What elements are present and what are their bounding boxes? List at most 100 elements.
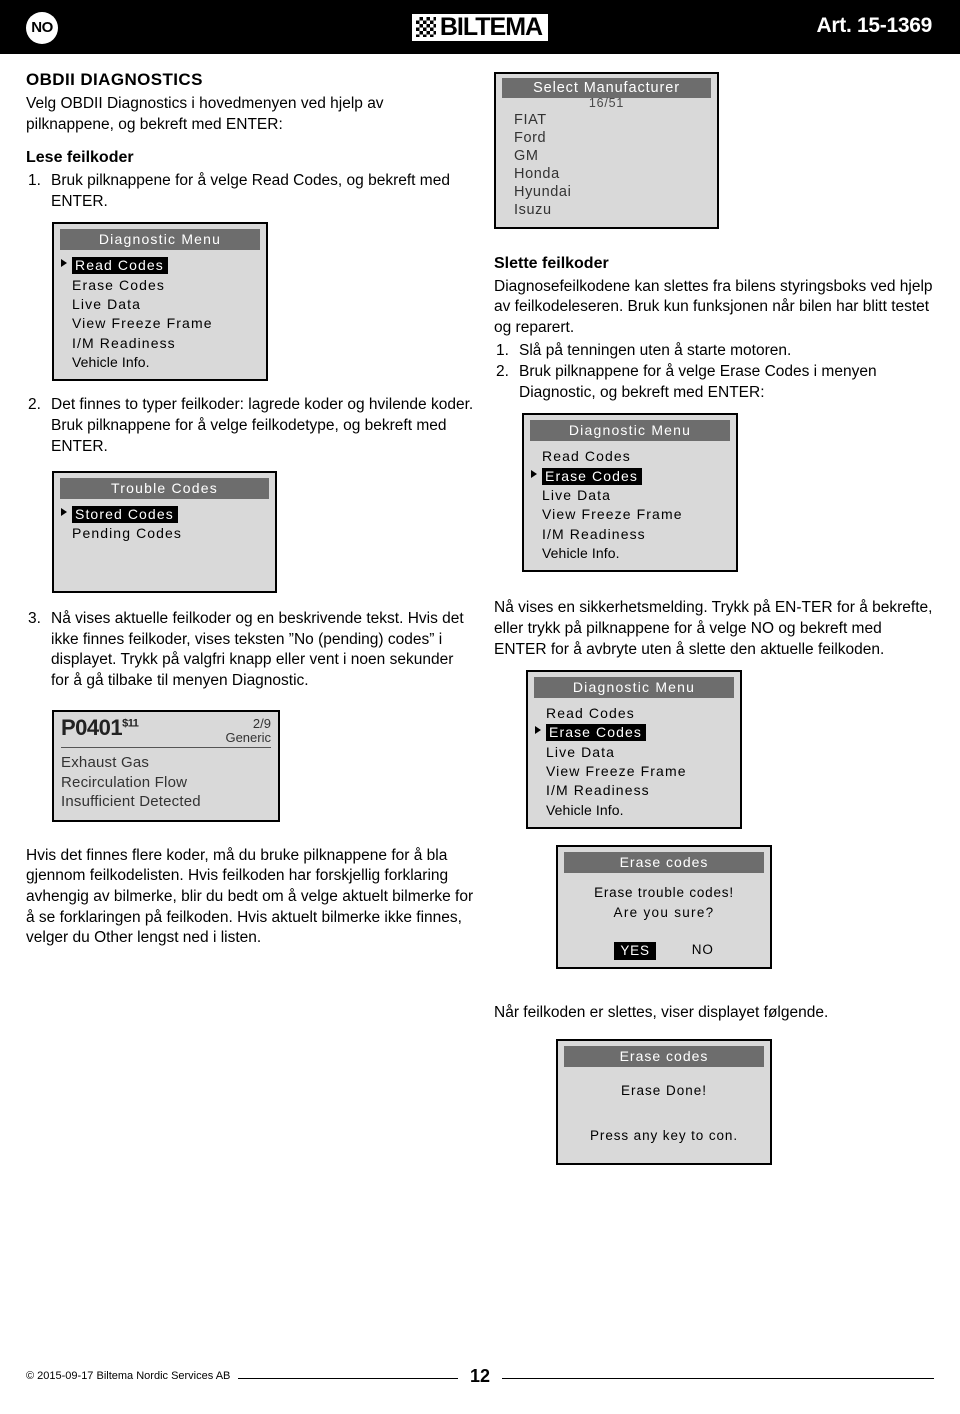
step-list-read: 1. Bruk pilknappene for å velge Read Cod… [26, 171, 474, 212]
menu-item-label: View Freeze Frame [546, 763, 687, 780]
list-item: 3. Nå vises aktuelle feilkoder og en bes… [26, 609, 474, 691]
step-number: 2. [496, 363, 509, 381]
article-number: Art. 15-1369 [816, 14, 933, 37]
page-footer: © 2015-09-17 Biltema Nordic Services AB … [0, 1362, 960, 1414]
page-header: NO BILTEMA Art. 15-1369 [0, 0, 960, 54]
screen-title: Erase codes [564, 852, 764, 874]
code-desc-line-1: Exhaust Gas [61, 754, 150, 772]
yes-button[interactable]: YES [614, 941, 656, 960]
code-identifier: P0401$11 [61, 714, 139, 740]
brand-name: BILTEMA [439, 12, 543, 41]
right-column: Select Manufacturer 16/51 FIAT Ford GM H… [494, 70, 934, 1166]
caret-right-icon [531, 469, 537, 478]
step-text: Slå på tenningen uten å starte motoren. [519, 341, 792, 359]
menu-item-im-readiness[interactable]: I/M Readiness [534, 781, 734, 800]
screen-trouble-code-detail: P0401$11 2/9 Generic Exhaust Gas Recircu… [52, 709, 280, 822]
step-list-erase: 1. Slå på tenningen uten å starte motore… [494, 341, 934, 404]
menu-item-label: Vehicle Info. [546, 801, 624, 818]
step-number: 2. [28, 396, 41, 414]
menu-item-label: Erase Codes [546, 724, 647, 742]
list-item: 1. Slå på tenningen uten å starte motore… [494, 341, 934, 362]
caret-right-icon [535, 726, 541, 735]
menu-item-label: Live Data [546, 743, 616, 760]
menu-item-pending-codes[interactable]: Pending Codes [60, 524, 269, 543]
code-meta: 2/9 Generic [225, 715, 271, 746]
menu-item-vehicle-info[interactable]: Vehicle Info. [534, 801, 734, 820]
manufacturer-item-honda[interactable]: Honda [502, 166, 711, 184]
menu-item-erase-codes[interactable]: Erase Codes [534, 723, 734, 742]
menu-item-label: I/M Readiness [542, 525, 646, 542]
manufacturer-label: Honda [514, 165, 560, 182]
note-paragraph-erase: Nå vises en sikkerhetsmelding. Trykk på … [494, 599, 933, 658]
screen-title: Diagnostic Menu [534, 677, 734, 699]
menu-item-vehicle-info[interactable]: Vehicle Info. [60, 353, 260, 372]
menu-item-view-freeze-frame[interactable]: View Freeze Frame [534, 762, 734, 781]
step-text: Bruk pilknappene for å velge Erase Codes… [519, 363, 877, 401]
screen-title: Erase codes [564, 1046, 764, 1068]
step-number: 1. [28, 172, 41, 190]
manufacturer-label: Hyundai [514, 183, 572, 200]
code-value: P0401 [61, 714, 123, 740]
menu-item-vehicle-info[interactable]: Vehicle Info. [530, 544, 730, 563]
intro-paragraph-erase: Diagnosefeilkodene kan slettes fra bilen… [494, 277, 933, 337]
code-superscript: $11 [122, 717, 139, 730]
menu-item-view-freeze-frame[interactable]: View Freeze Frame [60, 314, 260, 333]
manufacturer-item-fiat[interactable]: FIAT [502, 112, 711, 130]
page-number-value: 12 [457, 1366, 503, 1386]
closing-paragraph-left: Hvis det finnes flere koder, må du bruke… [26, 846, 474, 947]
screen-title: Diagnostic Menu [530, 420, 730, 442]
menu-item-label: Live Data [542, 487, 612, 504]
manufacturer-label: FIAT [514, 112, 547, 128]
code-desc-line-3: Insufficient Detected [61, 793, 201, 811]
manufacturer-label: Isuzu [514, 201, 552, 218]
screen-erase-codes-confirm: Erase codes Erase trouble codes! Are you… [556, 845, 772, 969]
menu-item-label: Vehicle Info. [72, 354, 150, 370]
menu-item-label: I/M Readiness [72, 334, 176, 351]
menu-item-live-data[interactable]: Live Data [534, 743, 734, 762]
menu-item-label: Stored Codes [72, 506, 178, 524]
manufacturer-item-isuzu[interactable]: Isuzu [502, 202, 711, 220]
menu-item-label: Erase Codes [542, 467, 643, 485]
manufacturer-label: GM [514, 147, 539, 164]
menu-item-label: View Freeze Frame [542, 506, 683, 523]
dialog-message-done: Erase Done! [620, 1083, 708, 1099]
screen-diagnostic-menu-erase-2: Diagnostic Menu Read Codes Erase Codes L… [526, 670, 742, 830]
menu-item-im-readiness[interactable]: I/M Readiness [530, 525, 730, 544]
subsection-title-erase-codes: Slette feilkoder [494, 254, 609, 272]
screen-title: Select Manufacturer [502, 78, 711, 98]
menu-item-label: I/M Readiness [546, 782, 650, 799]
manufacturer-item-ford[interactable]: Ford [502, 130, 711, 148]
code-desc-line-2: Recirculation Flow [61, 773, 188, 791]
manufacturer-item-hyundai[interactable]: Hyundai [502, 184, 711, 202]
menu-item-read-codes[interactable]: Read Codes [530, 447, 730, 466]
list-item: 2. Det finnes to typer feilkoder: lagred… [26, 395, 474, 457]
screen-diagnostic-menu-read: Diagnostic Menu Read Codes Erase Codes L… [52, 222, 268, 382]
checkerboard-icon [415, 17, 436, 37]
page-title: OBDII DIAGNOSTICS [26, 70, 203, 89]
code-description: Exhaust Gas Recirculation Flow Insuffici… [61, 753, 271, 812]
menu-item-label: Vehicle Info. [542, 545, 620, 562]
menu-item-label: View Freeze Frame [72, 315, 213, 332]
step-text: Bruk pilknappene for å velge Read Codes,… [51, 172, 450, 210]
screen-trouble-codes: Trouble Codes Stored Codes Pending Codes [52, 471, 277, 594]
menu-item-im-readiness[interactable]: I/M Readiness [60, 334, 260, 353]
menu-item-stored-codes[interactable]: Stored Codes [60, 505, 269, 524]
dialog-message-press-key: Press any key to con. [590, 1128, 738, 1144]
no-button[interactable]: NO [692, 942, 714, 960]
step-list-read-2: 2. Det finnes to typer feilkoder: lagred… [26, 395, 474, 457]
menu-item-erase-codes[interactable]: Erase Codes [60, 276, 260, 295]
menu-item-live-data[interactable]: Live Data [60, 295, 260, 314]
menu-item-live-data[interactable]: Live Data [530, 486, 730, 505]
code-index: 2/9 [252, 715, 271, 731]
subsection-title-read-codes: Lese feilkoder [26, 149, 134, 167]
step-list-read-3: 3. Nå vises aktuelle feilkoder og en bes… [26, 609, 474, 691]
step-text: Det finnes to typer feilkoder: lagrede k… [51, 396, 474, 455]
menu-item-read-codes[interactable]: Read Codes [60, 256, 260, 275]
menu-item-read-codes[interactable]: Read Codes [534, 704, 734, 723]
intro-paragraph: Velg OBDII Diagnostics i hovedmenyen ved… [26, 95, 384, 133]
manufacturer-item-gm[interactable]: GM [502, 148, 711, 166]
menu-item-label: Live Data [72, 296, 142, 313]
menu-item-erase-codes[interactable]: Erase Codes [530, 467, 730, 486]
menu-item-view-freeze-frame[interactable]: View Freeze Frame [530, 505, 730, 524]
menu-item-label: Read Codes [546, 705, 635, 722]
